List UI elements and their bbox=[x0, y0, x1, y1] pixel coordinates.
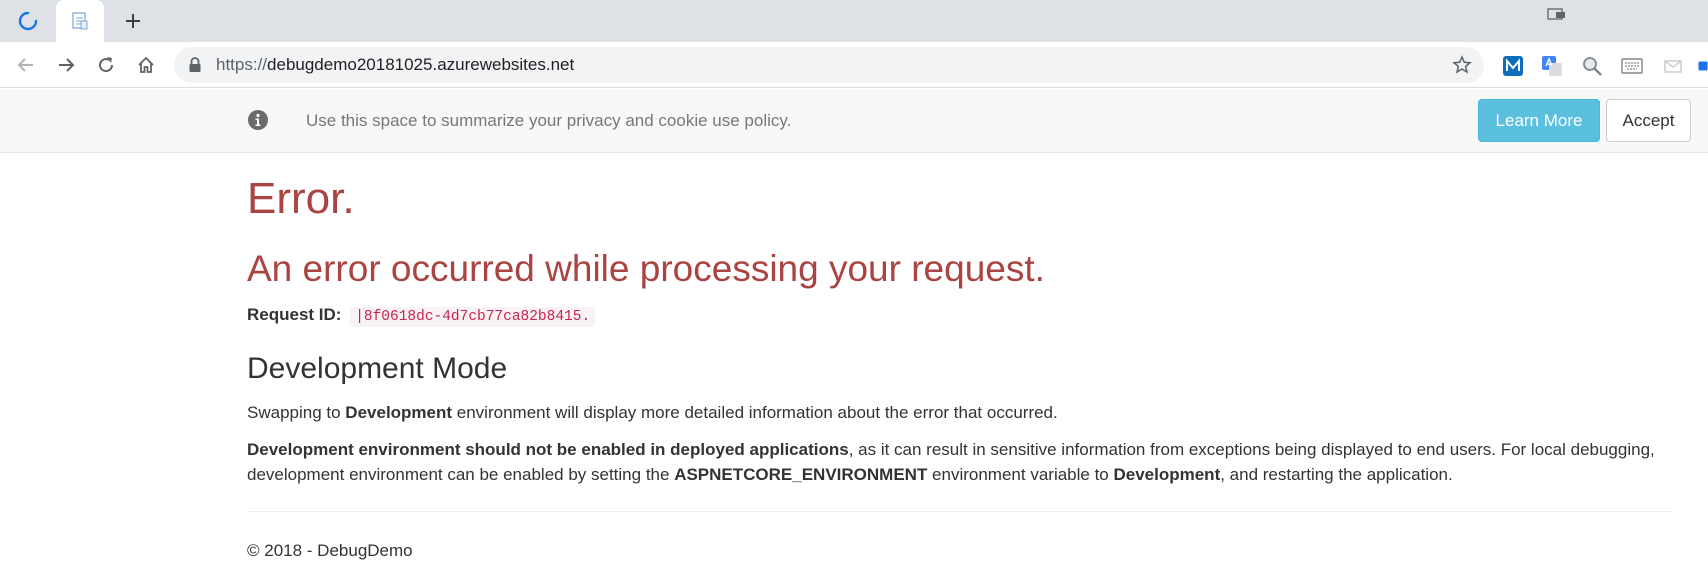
extension-m-icon bbox=[1503, 56, 1523, 76]
window-tabs-icon bbox=[1547, 8, 1565, 20]
reload-button[interactable] bbox=[88, 47, 124, 83]
cookie-consent-bar: Use this space to summarize your privacy… bbox=[0, 89, 1708, 153]
extension-mail-button[interactable] bbox=[1662, 55, 1684, 77]
extension-partial-button[interactable] bbox=[1698, 55, 1708, 77]
p1-bold: Development bbox=[345, 403, 453, 422]
mail-icon bbox=[1664, 60, 1682, 73]
reload-icon bbox=[99, 57, 114, 73]
request-id-label: Request ID: bbox=[247, 305, 342, 324]
p2-bold-1: Development environment should not be en… bbox=[247, 440, 849, 459]
page-favicon-icon bbox=[72, 12, 88, 30]
p2-bold-3: Development bbox=[1113, 465, 1221, 484]
url-host: debugdemo20181025.azurewebsites.net bbox=[267, 55, 575, 74]
browser-tab-active[interactable] bbox=[56, 0, 104, 42]
home-icon bbox=[138, 56, 154, 73]
address-bar[interactable]: https://debugdemo20181025.azurewebsites.… bbox=[174, 47, 1484, 83]
p1-text-a: Swapping to bbox=[247, 403, 346, 422]
p2-text-3: , and restarting the application. bbox=[1220, 465, 1453, 484]
development-paragraph-1: Swapping to Development environment will… bbox=[247, 400, 1058, 425]
p2-bold-2: ASPNETCORE_ENVIRONMENT bbox=[674, 465, 928, 484]
extension-translate-button[interactable] bbox=[1541, 55, 1563, 77]
browser-toolbar: https://debugdemo20181025.azurewebsites.… bbox=[0, 42, 1708, 88]
browser-tab-loading[interactable] bbox=[0, 0, 56, 42]
bookmark-star-icon[interactable] bbox=[1452, 55, 1472, 75]
magnifier-icon bbox=[1583, 57, 1602, 76]
arrow-right-icon bbox=[59, 58, 75, 72]
translate-icon bbox=[1542, 56, 1562, 76]
url-text: https://debugdemo20181025.azurewebsites.… bbox=[216, 47, 574, 83]
extension-partial-icon bbox=[1698, 61, 1708, 71]
accept-button[interactable]: Accept bbox=[1606, 99, 1691, 142]
plus-icon bbox=[126, 14, 140, 28]
request-id-value: |8f0618dc-4d7cb77ca82b8415. bbox=[350, 307, 596, 327]
browser-tab-strip bbox=[0, 0, 1708, 42]
cookie-message: Use this space to summarize your privacy… bbox=[306, 111, 792, 130]
arrow-left-icon bbox=[17, 58, 33, 72]
loading-spinner-icon bbox=[18, 11, 38, 31]
url-scheme: https:// bbox=[216, 55, 268, 74]
p1-text-b: environment will display more detailed i… bbox=[452, 403, 1058, 422]
info-circle-icon bbox=[248, 110, 268, 130]
forward-button[interactable] bbox=[48, 47, 84, 83]
home-button[interactable] bbox=[128, 47, 164, 83]
extension-m-button[interactable] bbox=[1502, 55, 1524, 77]
development-paragraph-2: Development environment should not be en… bbox=[247, 437, 1667, 487]
window-tabs-button[interactable] bbox=[1546, 5, 1568, 23]
extension-zoom-button[interactable] bbox=[1581, 55, 1603, 77]
learn-more-button[interactable]: Learn More bbox=[1478, 99, 1600, 142]
p2-text-2: environment variable to bbox=[927, 465, 1114, 484]
lock-icon bbox=[189, 57, 201, 72]
error-title: Error. bbox=[247, 174, 355, 223]
request-id-line: Request ID: |8f0618dc-4d7cb77ca82b8415. bbox=[247, 305, 596, 327]
error-subtitle: An error occurred while processing your … bbox=[247, 248, 1045, 289]
footer-copyright: © 2018 - DebugDemo bbox=[247, 541, 413, 560]
keyboard-icon bbox=[1621, 58, 1643, 74]
back-button[interactable] bbox=[8, 47, 44, 83]
footer-divider bbox=[247, 511, 1672, 512]
new-tab-button[interactable] bbox=[116, 4, 150, 38]
development-mode-heading: Development Mode bbox=[247, 352, 508, 385]
extension-keyboard-button[interactable] bbox=[1621, 55, 1643, 77]
